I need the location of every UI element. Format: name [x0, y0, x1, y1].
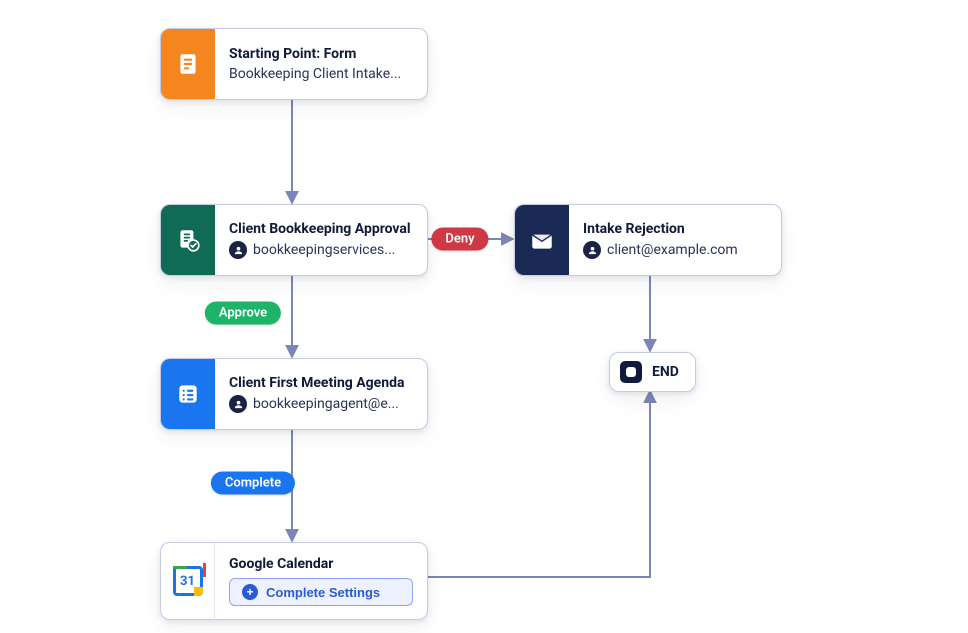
edge-label-complete: Complete	[211, 472, 295, 495]
plus-icon: +	[242, 584, 258, 600]
mail-icon	[515, 205, 569, 275]
node-end-label: END	[652, 364, 679, 380]
node-rejection-title: Intake Rejection	[583, 221, 767, 237]
complete-settings-button[interactable]: + Complete Settings	[229, 578, 413, 606]
complete-settings-label: Complete Settings	[266, 585, 380, 600]
person-icon	[229, 395, 247, 413]
person-icon	[583, 241, 601, 259]
node-rejection-assignee: client@example.com	[607, 242, 738, 258]
node-google-calendar[interactable]: 31 Google Calendar + Complete Settings	[160, 542, 428, 620]
node-gcal-title: Google Calendar	[229, 556, 413, 572]
node-approval-title: Client Bookkeeping Approval	[229, 221, 413, 237]
person-icon	[229, 241, 247, 259]
node-end[interactable]: END	[609, 352, 696, 392]
node-intake-rejection[interactable]: Intake Rejection client@example.com	[514, 204, 782, 276]
node-agenda[interactable]: Client First Meeting Agenda bookkeepinga…	[160, 358, 428, 430]
node-approval[interactable]: Client Bookkeeping Approval bookkeepings…	[160, 204, 428, 276]
agenda-icon	[161, 359, 215, 429]
approval-icon	[161, 205, 215, 275]
edge-label-deny: Deny	[431, 228, 488, 251]
node-start-title: Starting Point: Form	[229, 46, 413, 62]
edge-gcal-end	[428, 392, 650, 577]
node-approval-assignee: bookkeepingservices...	[253, 242, 395, 258]
connectors-layer	[0, 0, 968, 633]
stop-icon	[620, 361, 642, 383]
form-icon	[161, 29, 215, 99]
google-calendar-icon: 31	[161, 543, 215, 619]
workflow-canvas: Starting Point: Form Bookkeeping Client …	[0, 0, 968, 633]
node-agenda-title: Client First Meeting Agenda	[229, 375, 413, 391]
edge-label-approve: Approve	[205, 302, 281, 325]
node-start-form[interactable]: Starting Point: Form Bookkeeping Client …	[160, 28, 428, 100]
node-start-subtitle: Bookkeeping Client Intake...	[229, 66, 413, 82]
node-agenda-assignee: bookkeepingagent@e...	[253, 396, 399, 412]
